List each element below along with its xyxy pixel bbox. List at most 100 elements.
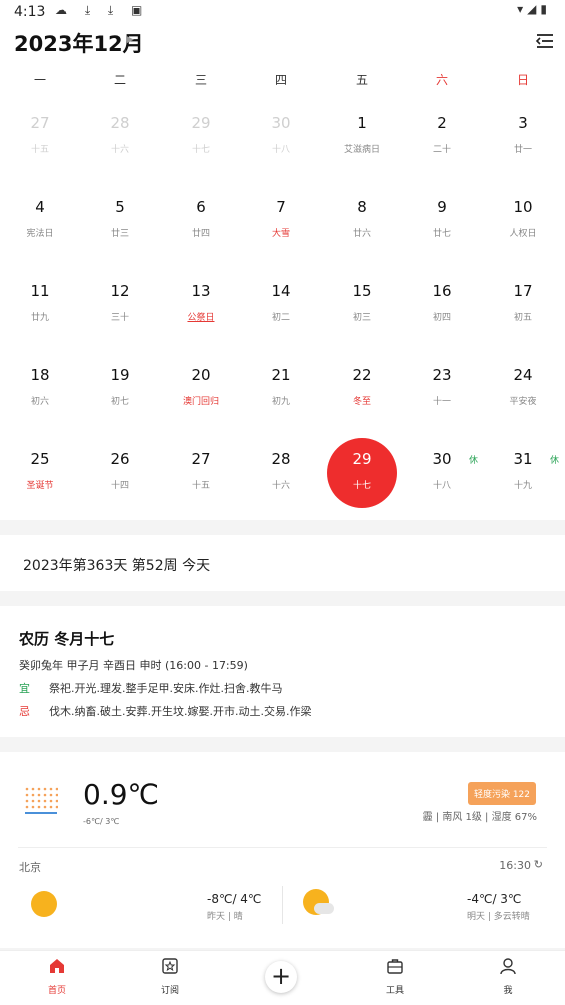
weekday-label: 六 (435, 73, 448, 87)
day-cell[interactable]: 5 廿三 (80, 182, 160, 266)
day-cell[interactable]: 19 初七 (80, 350, 160, 434)
day-subtitle: 十六 (271, 481, 290, 491)
day-number: 3 (518, 114, 528, 132)
day-cell[interactable]: 20 澳门回归 (161, 350, 241, 434)
nav-subscribe[interactable]: 订阅 (140, 957, 200, 996)
nav-tools[interactable]: 工具 (365, 957, 425, 996)
weekday-label: 三 (194, 73, 207, 87)
day-subtitle: 平安夜 (509, 397, 537, 407)
day-number: 27 (30, 114, 50, 132)
weekday-label: 日 (516, 73, 529, 87)
day-number: 26 (110, 450, 130, 468)
day-cell[interactable]: 1 艾滋病日 (322, 98, 402, 182)
day-number: 6 (196, 198, 206, 216)
divider (18, 847, 547, 848)
day-cell[interactable]: 13 公祭日 (161, 266, 241, 350)
lunar-card[interactable]: 农历 冬月十七 癸卯兔年 甲子月 辛酉日 申时 (16:00 - 17:59) … (0, 606, 565, 737)
day-subtitle: 圣诞节 (26, 481, 54, 491)
day-cell[interactable]: 18 初六 (0, 350, 80, 434)
day-subtitle: 澳门回归 (182, 397, 219, 407)
day-cell[interactable]: 14 初二 (241, 266, 321, 350)
add-button[interactable]: + (265, 961, 297, 993)
home-icon (50, 959, 64, 973)
nav-subscribe-label: 订阅 (160, 986, 179, 996)
day-cell[interactable]: 21 初九 (241, 350, 321, 434)
day-number: 28 (110, 114, 130, 132)
day-cell[interactable]: 30 十八 (241, 98, 321, 182)
weekday-label: 四 (274, 73, 287, 87)
day-cell[interactable]: 22 冬至 (322, 350, 402, 434)
rest-day-badge: 休 (468, 456, 478, 466)
weekday-label: 一 (33, 73, 46, 87)
day-cell[interactable]: 11 廿九 (0, 266, 80, 350)
day-cell[interactable]: 24 平安夜 (483, 350, 563, 434)
day-subtitle: 廿六 (352, 229, 371, 239)
day-subtitle: 初四 (432, 313, 451, 323)
day-number: 29 (352, 450, 372, 468)
temperature-range: -6℃/ 3℃ (83, 817, 120, 826)
day-number: 1 (357, 114, 367, 132)
weather-card[interactable]: 0.9℃ -6℃/ 3℃ 轻度污染 122 霾 | 南风 1级 | 湿度 67%… (0, 752, 565, 948)
day-cell[interactable]: 27 十五 (161, 434, 241, 518)
day-cell[interactable]: 30 十八休 (402, 434, 482, 518)
tomorrow-description: 明天 | 多云转晴 (467, 912, 530, 922)
day-cell[interactable]: 4 宪法日 (0, 182, 80, 266)
day-cell[interactable]: 25 圣诞节 (0, 434, 80, 518)
day-cell[interactable]: 10 人权日 (483, 182, 563, 266)
day-cell[interactable]: 3 廿一 (483, 98, 563, 182)
day-number: 18 (30, 366, 50, 384)
aqi-badge: 轻度污染 122 (467, 782, 536, 805)
day-number: 17 (513, 282, 533, 300)
weekday-label: 二 (113, 73, 126, 87)
system-icons: ▾◢▮ (517, 2, 551, 16)
day-number: 23 (432, 366, 452, 384)
day-subtitle: 廿三 (110, 229, 129, 239)
nav-me[interactable]: 我 (478, 957, 538, 996)
day-cell[interactable]: 7 大雪 (241, 182, 321, 266)
day-subtitle: 冬至 (352, 397, 371, 407)
day-number: 12 (110, 282, 130, 300)
app-header: 2023年12月 ▶ (0, 24, 565, 64)
day-cell[interactable]: 15 初三 (322, 266, 402, 350)
divider (282, 886, 283, 924)
update-time: 16:30 (499, 859, 531, 872)
user-icon (500, 958, 516, 975)
day-cell[interactable]: 16 初四 (402, 266, 482, 350)
menu-icon[interactable] (533, 30, 555, 52)
yi-label: 宜 (19, 682, 30, 695)
refresh-icon[interactable]: ↻ (534, 858, 543, 871)
day-cell-today[interactable]: 29 十七 (322, 434, 402, 518)
day-cell[interactable]: 17 初五 (483, 266, 563, 350)
day-subtitle: 十九 (513, 481, 532, 491)
day-subtitle: 初七 (110, 397, 129, 407)
toolbox-icon (387, 959, 403, 974)
city-name[interactable]: 北京 (19, 859, 41, 875)
day-cell[interactable]: 31 十九休 (483, 434, 563, 518)
status-bar: 4:13 ☁ ⤓ ⤓ ▣ ▾◢▮ (0, 0, 565, 24)
day-number: 22 (352, 366, 372, 384)
day-cell[interactable]: 27 十五 (0, 98, 80, 182)
day-cell[interactable]: 23 十一 (402, 350, 482, 434)
day-of-year-text: 2023年第363天 第52周 今天 (23, 558, 211, 574)
day-cell[interactable]: 29 十七 (161, 98, 241, 182)
month-title[interactable]: 2023年12月 (14, 28, 144, 58)
nav-home[interactable]: 首页 (27, 957, 87, 996)
day-subtitle: 十一 (432, 397, 451, 407)
day-subtitle: 十七 (191, 145, 210, 155)
day-cell[interactable]: 6 廿四 (161, 182, 241, 266)
day-cell[interactable]: 28 十六 (241, 434, 321, 518)
ganzhi-text: 癸卯兔年 甲子月 辛酉日 申时 (16:00 - 17:59) (19, 659, 248, 672)
day-cell[interactable]: 12 三十 (80, 266, 160, 350)
month-picker-arrow-icon[interactable]: ▶ (127, 35, 134, 45)
day-cell[interactable]: 28 十六 (80, 98, 160, 182)
day-cell[interactable]: 26 十四 (80, 434, 160, 518)
day-subtitle: 十四 (110, 481, 129, 491)
day-cell[interactable]: 8 廿六 (322, 182, 402, 266)
bottom-navigation: 首页 订阅 + 工具 我 (0, 950, 565, 1005)
day-cell[interactable]: 9 廿七 (402, 182, 482, 266)
day-cell[interactable]: 2 二十 (402, 98, 482, 182)
lunar-date-title: 农历 冬月十七 (19, 630, 115, 648)
day-subtitle: 廿一 (513, 145, 532, 155)
day-number: 24 (513, 366, 533, 384)
day-subtitle: 初三 (352, 313, 371, 323)
